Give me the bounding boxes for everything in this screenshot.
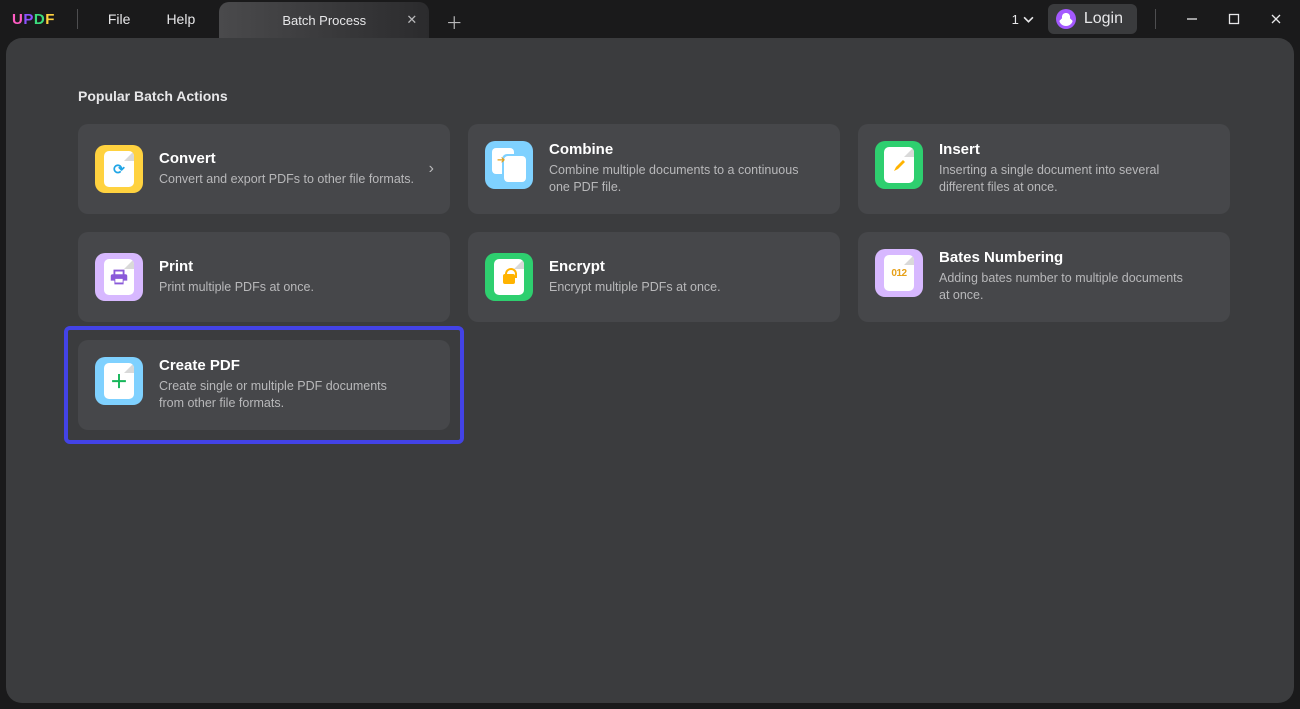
- card-desc: Print multiple PDFs at once.: [159, 279, 314, 296]
- tab-label: Batch Process: [282, 13, 366, 28]
- card-title: Combine: [549, 141, 804, 158]
- card-title: Insert: [939, 141, 1194, 158]
- card-bates[interactable]: 012 Bates Numbering Adding bates number …: [858, 232, 1230, 322]
- separator: [77, 9, 78, 29]
- close-icon[interactable]: ✕: [406, 12, 417, 28]
- card-print[interactable]: Print Print multiple PDFs at once.: [78, 232, 450, 322]
- logo-letter: U: [12, 11, 23, 28]
- create-pdf-icon: ＋: [95, 357, 143, 405]
- tab-batch-process[interactable]: Batch Process ✕: [219, 2, 429, 38]
- separator: [1155, 9, 1156, 29]
- card-title: Bates Numbering: [939, 249, 1194, 266]
- card-desc: Create single or multiple PDF documents …: [159, 378, 414, 412]
- insert-icon: [875, 141, 923, 189]
- open-doc-count[interactable]: 1: [1004, 8, 1042, 31]
- card-insert[interactable]: Insert Inserting a single document into …: [858, 124, 1230, 214]
- logo-letter: D: [34, 11, 45, 28]
- card-desc: Encrypt multiple PDFs at once.: [549, 279, 721, 296]
- card-title: Convert: [159, 150, 414, 167]
- minimize-button[interactable]: [1174, 1, 1210, 37]
- doc-count-value: 1: [1012, 12, 1019, 27]
- card-title: Create PDF: [159, 357, 414, 374]
- close-button[interactable]: [1258, 1, 1294, 37]
- maximize-button[interactable]: [1216, 1, 1252, 37]
- login-label: Login: [1084, 10, 1123, 28]
- card-desc: Combine multiple documents to a continuo…: [549, 162, 804, 196]
- card-desc: Inserting a single document into several…: [939, 162, 1194, 196]
- tab-strip: Batch Process ✕ ＋: [219, 0, 471, 38]
- convert-icon: ⟳: [95, 145, 143, 193]
- chevron-down-icon: [1023, 14, 1034, 25]
- card-combine[interactable]: ➔ Combine Combine multiple documents to …: [468, 124, 840, 214]
- card-title: Encrypt: [549, 258, 721, 275]
- chevron-right-icon: ›: [429, 160, 434, 178]
- card-title: Print: [159, 258, 314, 275]
- work-area: Popular Batch Actions ⟳ Convert Convert …: [6, 38, 1294, 703]
- actions-grid: ⟳ Convert Convert and export PDFs to oth…: [78, 124, 1222, 322]
- card-encrypt[interactable]: Encrypt Encrypt multiple PDFs at once.: [468, 232, 840, 322]
- section-title: Popular Batch Actions: [78, 88, 1222, 104]
- encrypt-icon: [485, 253, 533, 301]
- combine-icon: ➔: [485, 141, 533, 189]
- title-bar: UPDF File Help Batch Process ✕ ＋ 1 Login: [0, 0, 1300, 38]
- window-controls: 1 Login: [1004, 0, 1294, 38]
- app-logo: UPDF: [12, 11, 55, 28]
- login-button[interactable]: Login: [1048, 4, 1137, 34]
- logo-letter: P: [23, 11, 34, 28]
- avatar-icon: [1056, 9, 1076, 29]
- menu-file[interactable]: File: [90, 5, 149, 33]
- menu-help[interactable]: Help: [148, 5, 213, 33]
- card-create-pdf[interactable]: ＋ Create PDF Create single or multiple P…: [78, 340, 450, 430]
- highlight-frame: ＋ Create PDF Create single or multiple P…: [64, 326, 464, 444]
- new-tab-button[interactable]: ＋: [437, 4, 471, 38]
- bates-icon: 012: [875, 249, 923, 297]
- card-desc: Adding bates number to multiple document…: [939, 270, 1194, 304]
- card-desc: Convert and export PDFs to other file fo…: [159, 171, 414, 188]
- print-icon: [95, 253, 143, 301]
- logo-letter: F: [45, 11, 55, 28]
- card-convert[interactable]: ⟳ Convert Convert and export PDFs to oth…: [78, 124, 450, 214]
